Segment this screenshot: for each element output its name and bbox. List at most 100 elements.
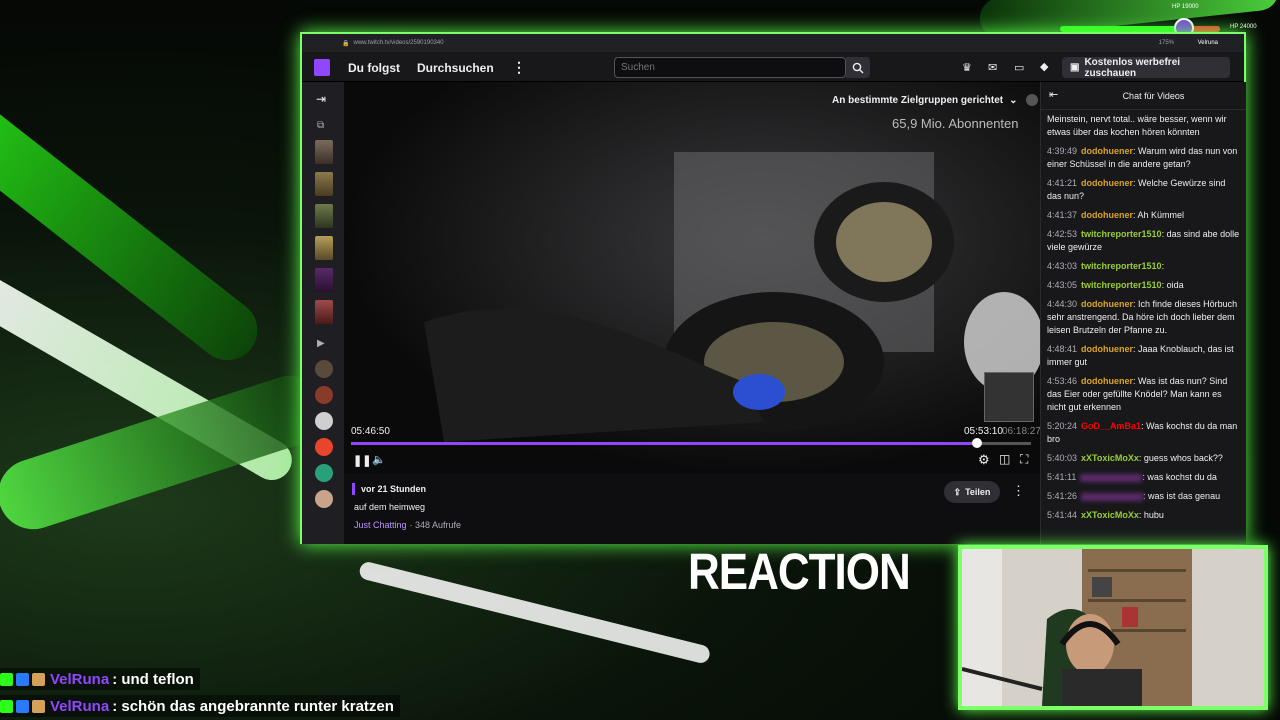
chat-timestamp: 5:41:26 [1047, 491, 1078, 501]
channel-thumb[interactable] [315, 236, 333, 260]
chat-message: 4:43:03 twitchreporter1510: [1041, 260, 1246, 273]
channel-thumb[interactable] [315, 140, 333, 164]
bits-icon[interactable]: ◆ [1040, 60, 1048, 73]
whispers-icon[interactable]: ▭ [1014, 61, 1024, 74]
overlay-chat-line: VelRuna: schön das angebrannte runter kr… [0, 695, 400, 717]
address-bar[interactable]: 🔒 www.twitch.tv/videos/2590190340 175% V… [302, 34, 1244, 52]
more-vertical-icon[interactable]: ⋮ [512, 59, 526, 76]
chat-username[interactable]: twitchreporter1510 [1081, 280, 1162, 290]
chat-timestamp: 4:41:21 [1047, 178, 1078, 188]
inbox-icon[interactable]: ✉ [988, 61, 997, 74]
chat-timestamp: 4:53:46 [1047, 376, 1078, 386]
chat-username[interactable]: twitchreporter1510 [1081, 261, 1162, 271]
chat-timestamp: 5:40:03 [1047, 453, 1078, 463]
expand-arrow-icon[interactable]: ⇥ [316, 92, 326, 106]
chat-text: : hubu [1138, 510, 1164, 520]
video-player[interactable]: An bestimmte Zielgruppen gerichtet ⌄ 65,… [344, 82, 1040, 474]
chat-timestamp: 4:44:30 [1047, 299, 1078, 309]
share-icon: ⇪ [953, 486, 962, 497]
preview-thumb [984, 372, 1034, 422]
channel-avatar[interactable] [315, 438, 333, 456]
chat-text: : oida [1161, 280, 1184, 290]
end-time: 06:18:27 [1002, 426, 1040, 437]
fullscreen-icon[interactable]: ⛶ [1020, 452, 1028, 467]
chat-message-list: Meinstein, nervt total.. wäre besser, we… [1041, 110, 1246, 522]
channel-thumb[interactable] [315, 172, 333, 196]
collapse-chat-icon[interactable]: ⇤ [1049, 88, 1058, 101]
hover-time: 05:53:10 [964, 426, 1003, 437]
crown-icon[interactable]: ♛ [962, 61, 972, 74]
copy-icon[interactable]: ⧉ [317, 120, 324, 131]
chat-text: : guess whos back?? [1138, 453, 1223, 463]
chat-username[interactable]: xXToxicMoXx [1081, 510, 1139, 520]
chat-timestamp: 5:41:11 [1047, 472, 1077, 482]
overlay-username: VelRuna [50, 670, 110, 688]
subscriber-count: 65,9 Mio. Abonnenten [892, 116, 1019, 131]
channel-thumb[interactable] [315, 268, 333, 292]
turbo-button[interactable]: ▣ Kostenlos werbefrei zuschauen [1062, 57, 1230, 79]
overlay-chat-line: VelRuna: und teflon [0, 668, 200, 690]
seek-progress [351, 442, 977, 445]
seek-bar[interactable] [351, 438, 1031, 448]
chat-username[interactable]: dodohuener [1081, 178, 1133, 188]
chat-text: : was kochst du da [1142, 472, 1217, 482]
chat-message: 5:41:26 : was ist das genau [1041, 490, 1246, 503]
ad-targeting-label[interactable]: An bestimmte Zielgruppen gerichtet ⌄ [832, 94, 1038, 106]
chat-title: Chat für Videos [1122, 90, 1185, 101]
chat-username[interactable]: xXToxicMoXx [1081, 453, 1139, 463]
channel-avatar[interactable] [315, 490, 333, 508]
video-icon[interactable]: ▶ [317, 338, 325, 349]
search-button[interactable] [846, 57, 870, 78]
twitch-logo-icon[interactable] [314, 59, 330, 76]
chat-username[interactable]: dodohuener [1081, 146, 1133, 156]
chat-username[interactable]: twitchreporter1510 [1081, 229, 1162, 239]
channel-avatar[interactable] [315, 360, 333, 378]
pause-icon[interactable]: ❚❚ [353, 454, 371, 467]
chat-username[interactable]: dodohuener [1081, 376, 1133, 386]
seek-handle[interactable] [971, 438, 982, 448]
chat-timestamp: 5:41:44 [1047, 510, 1078, 520]
share-button[interactable]: ⇪ Teilen [944, 481, 1000, 503]
chat-username[interactable]: GoD__AmBa1 [1081, 421, 1141, 431]
nav-browse[interactable]: Durchsuchen [417, 61, 494, 75]
chat-text: : Ah Kümmel [1133, 210, 1185, 220]
chat-message: 4:41:37 dodohuener: Ah Kümmel [1041, 209, 1246, 222]
chat-text: : was ist das genau [1143, 491, 1221, 501]
video-age: vor 21 Stunden [361, 484, 427, 494]
chat-message: 4:42:53 twitchreporter1510: das sind abe … [1041, 228, 1246, 254]
nav-following[interactable]: Du folgst [348, 61, 400, 75]
video-frame [344, 82, 1040, 474]
channel-thumb[interactable] [315, 300, 333, 324]
chat-timestamp: 5:20:24 [1047, 421, 1078, 431]
webcam-image [962, 549, 1264, 706]
theatre-mode-icon[interactable]: ◫ [999, 452, 1010, 466]
chat-timestamp: 4:42:53 [1047, 229, 1078, 239]
chat-username[interactable]: dodohuener [1081, 299, 1133, 309]
more-options-icon[interactable]: ⋮ [1012, 483, 1025, 499]
settings-gear-icon[interactable]: ⚙ [978, 452, 990, 468]
channel-avatar[interactable] [315, 386, 333, 404]
channel-avatar[interactable] [315, 412, 333, 430]
search-input[interactable] [614, 57, 846, 78]
channel-thumb[interactable] [315, 204, 333, 228]
stream-scene: HP 19000 HP 24000 🔒 www.twitch.tv/videos… [0, 0, 1280, 720]
chat-username[interactable]: dodohuener [1081, 344, 1133, 354]
overlay-username: VelRuna [50, 697, 110, 715]
zoom-level: 175% [1158, 40, 1174, 46]
accent-bar [352, 483, 355, 495]
channel-avatar[interactable] [315, 464, 333, 482]
webcam-feed [958, 545, 1268, 710]
info-icon [1025, 94, 1038, 106]
volume-icon[interactable]: 🔈 [372, 453, 386, 466]
chat-message: 5:40:03 xXToxicMoXx: guess whos back?? [1041, 452, 1246, 465]
view-count: · 348 Aufrufe [409, 520, 462, 530]
overlay-text: : schön das angebrannte runter kratzen [112, 697, 394, 715]
chat-badge-icon [32, 672, 45, 686]
category-link[interactable]: Just Chatting [354, 520, 407, 530]
chat-timestamp: 4:43:03 [1047, 261, 1078, 271]
share-label: Teilen [965, 487, 991, 497]
browser-window: 🔒 www.twitch.tv/videos/2590190340 175% V… [300, 32, 1246, 544]
lock-icon: 🔒 [342, 40, 350, 47]
chat-message: 4:39:49 dodohuener: Warum wird das nun vo… [1041, 145, 1246, 171]
chat-username[interactable]: dodohuener [1081, 210, 1133, 220]
